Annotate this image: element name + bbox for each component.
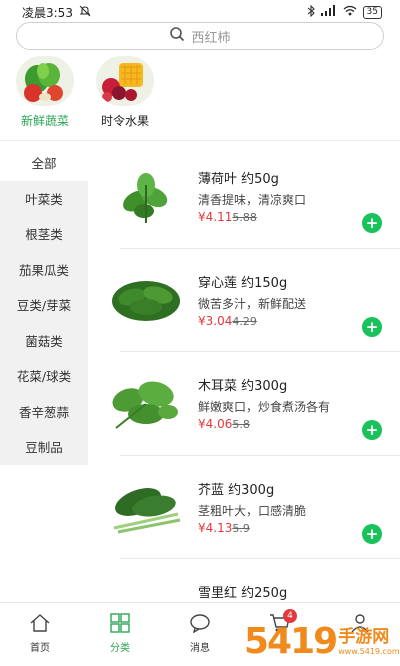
- product-description: 清香提味，清凉爽口: [198, 193, 307, 207]
- top-categories: 新鲜蔬菜 时令水果: [12, 56, 158, 132]
- watermark-text: 手游网: [338, 627, 390, 647]
- nav-label: 首页: [30, 643, 50, 654]
- chat-icon: [189, 613, 211, 637]
- product-name: 雪里红 约250g: [198, 586, 288, 601]
- original-price: 5.88: [232, 211, 257, 224]
- product-list: 薄荷叶 约50g 清香提味，清凉爽口 ¥4.115.88 + 穿心莲 约150g…: [88, 145, 400, 602]
- add-to-cart-button[interactable]: +: [362, 316, 382, 337]
- sidebar-item-tofu[interactable]: 豆制品: [0, 429, 88, 465]
- grid-icon: [109, 613, 131, 637]
- category-seasonal-fruits[interactable]: 时令水果: [92, 56, 158, 132]
- product-description: 鲜嫩爽口，炒食煮汤各有: [198, 400, 331, 414]
- sidebar-item-mushrooms[interactable]: 菌菇类: [0, 322, 88, 358]
- sidebar-item-solanaceous-melon[interactable]: 茄果瓜类: [0, 251, 88, 287]
- add-to-cart-button[interactable]: +: [362, 523, 382, 544]
- nav-label: 消息: [190, 643, 210, 654]
- product-name: 薄荷叶 约50g: [198, 172, 279, 187]
- watermark-url: www.5419.com: [338, 647, 400, 656]
- nav-messages[interactable]: 消息: [160, 603, 240, 666]
- vegetables-image: [16, 56, 74, 106]
- search-icon: [169, 26, 185, 46]
- product-price: ¥4.135.9: [198, 520, 250, 535]
- product-image-andrographis: [106, 267, 186, 333]
- category-fresh-vegetables[interactable]: 新鲜蔬菜: [12, 56, 78, 132]
- sidebar-item-spices[interactable]: 香辛葱蒜: [0, 393, 88, 429]
- category-label: 时令水果: [100, 114, 149, 128]
- original-price: 5.8: [232, 418, 250, 431]
- original-price: 5.9: [232, 521, 250, 535]
- sidebar-item-root[interactable]: 根茎类: [0, 216, 88, 252]
- product-item[interactable]: 薄荷叶 约50g 清香提味，清凉爽口 ¥4.115.88 +: [88, 145, 400, 249]
- original-price: 4.29: [232, 314, 257, 328]
- status-bar: 凌晨3:53 35: [0, 0, 400, 24]
- product-name: 芥蓝 约300g: [198, 482, 275, 498]
- mute-icon: [79, 5, 91, 20]
- product-price: ¥4.115.88: [198, 210, 257, 224]
- search-placeholder: 西红柿: [191, 30, 231, 46]
- product-item[interactable]: 穿心莲 约150g 微苦多汁，新鲜配送 ¥3.044.29 +: [88, 249, 400, 352]
- product-description: 微苦多汁，新鲜配送: [198, 296, 307, 311]
- watermark-number: 5419: [244, 621, 338, 662]
- product-description: 茎粗叶大，口感清脆: [198, 503, 307, 518]
- product-price: ¥3.044.29: [198, 313, 257, 328]
- sidebar-item-beans-sprouts[interactable]: 豆类/芽菜: [0, 287, 88, 323]
- product-image-mint: [106, 163, 186, 229]
- product-image-chinese-kale: [106, 474, 186, 540]
- sidebar-item-leafy[interactable]: 叶菜类: [0, 180, 88, 216]
- product-price: ¥4.065.8: [198, 417, 250, 431]
- product-item[interactable]: 木耳菜 约300g 鲜嫩爽口，炒食煮汤各有 ¥4.065.8 +: [88, 352, 400, 456]
- home-icon: [29, 613, 51, 637]
- product-image-potherb-mustard: [106, 577, 186, 602]
- product-item[interactable]: 芥蓝 约300g 茎粗叶大，口感清脆 ¥4.135.9 +: [88, 456, 400, 559]
- bluetooth-icon: [307, 4, 315, 20]
- watermark-logo: 5419 手游网 www.5419.com: [244, 602, 400, 662]
- category-label: 新鲜蔬菜: [20, 114, 69, 128]
- nav-label: 分类: [110, 643, 130, 654]
- nav-category[interactable]: 分类: [80, 603, 160, 666]
- sidebar-item-all[interactable]: 全部: [0, 145, 88, 181]
- status-time: 凌晨3:53: [22, 5, 73, 20]
- add-to-cart-button[interactable]: +: [362, 420, 382, 440]
- product-image-malabar-spinach: [106, 370, 186, 436]
- nav-home[interactable]: 首页: [0, 603, 80, 666]
- battery-indicator: 35: [362, 5, 382, 19]
- product-item[interactable]: 雪里红 约250g: [88, 559, 400, 602]
- add-to-cart-button[interactable]: +: [362, 213, 382, 233]
- product-name: 木耳菜 约300g: [198, 379, 288, 394]
- wifi-icon: [343, 5, 357, 19]
- sidebar-item-cauliflower-ball[interactable]: 花菜/球类: [0, 358, 88, 394]
- search-input[interactable]: 西红柿: [16, 22, 384, 50]
- section-divider: [0, 140, 400, 141]
- category-sidebar: 全部 叶菜类 根茎类 茄果瓜类 豆类/芽菜 菌菇类 花菜/球类 香辛葱蒜 豆制品: [0, 145, 88, 465]
- signal-icon: [320, 5, 337, 19]
- product-name: 穿心莲 约150g: [198, 275, 288, 291]
- fruits-image: [96, 56, 154, 106]
